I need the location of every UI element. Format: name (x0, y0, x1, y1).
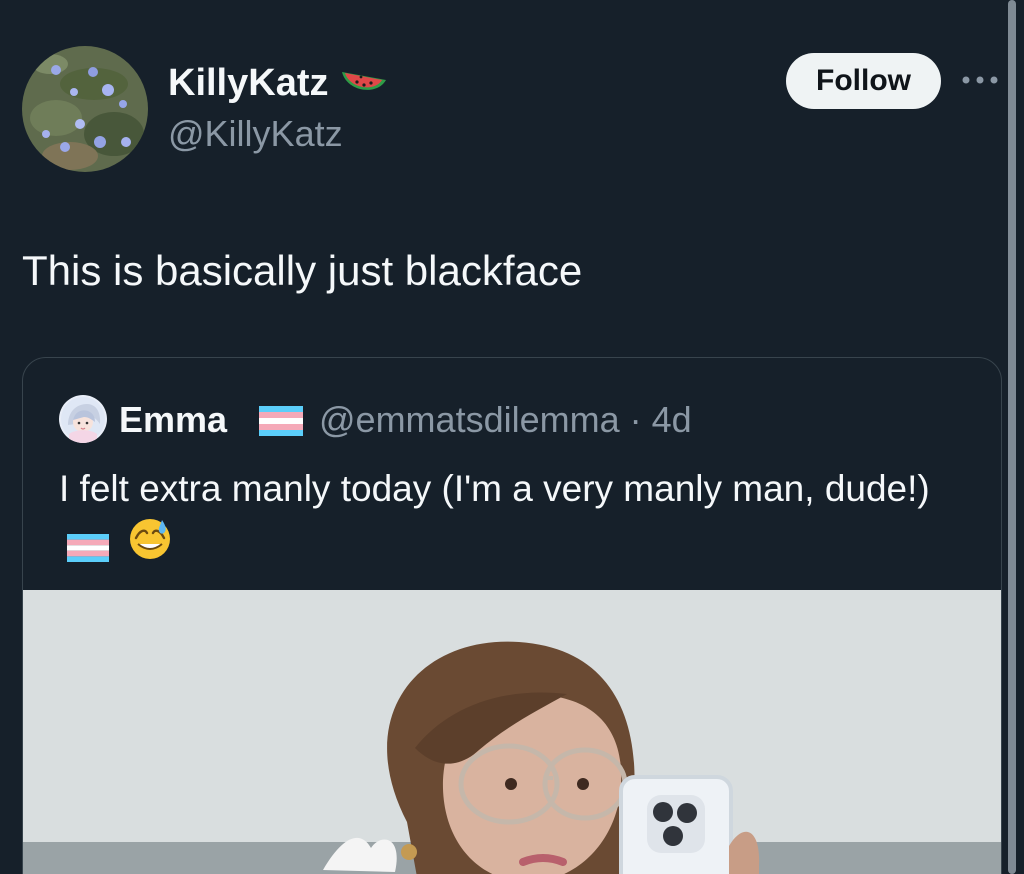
quote-author-meta[interactable]: @emmatsdilemma · 4d (319, 398, 692, 442)
illustrated-avatar-image (59, 395, 107, 443)
quote-timestamp[interactable]: 4d (652, 399, 692, 440)
quote-text: I felt extra manly today (I'm a very man… (59, 468, 930, 509)
quote-author-handle[interactable]: @emmatsdilemma (319, 399, 620, 440)
scrollbar[interactable] (1008, 0, 1016, 874)
author-name[interactable]: KillyKatz (168, 60, 387, 108)
grinning-sweat-emoji-icon (127, 516, 173, 577)
flower-avatar-image (22, 46, 148, 172)
selfie-photo (23, 590, 1001, 874)
more-horizontal-icon[interactable] (960, 66, 1000, 94)
quote-author-name[interactable]: Emma (119, 398, 227, 442)
quote-media-photo[interactable] (23, 590, 1001, 874)
meta-separator: · (629, 399, 642, 440)
tweet-page: KillyKatz @KillyKatz Follow This is basi… (0, 0, 1024, 874)
quote-text-block: I felt extra manly today (I'm a very man… (59, 462, 959, 577)
follow-button[interactable]: Follow (786, 53, 941, 109)
tweet-text: This is basically just blackface (22, 247, 583, 294)
author-handle[interactable]: @KillyKatz (168, 112, 343, 156)
transgender-flag-icon (67, 523, 109, 577)
watermelon-icon (339, 62, 387, 108)
quoted-tweet-card[interactable]: Emma @emmatsdilemma · 4d I felt extra ma… (22, 357, 1002, 874)
author-display-name[interactable]: KillyKatz (168, 62, 328, 104)
author-avatar[interactable] (22, 46, 148, 172)
quote-author-avatar[interactable] (59, 395, 107, 443)
transgender-flag-icon (259, 406, 303, 441)
